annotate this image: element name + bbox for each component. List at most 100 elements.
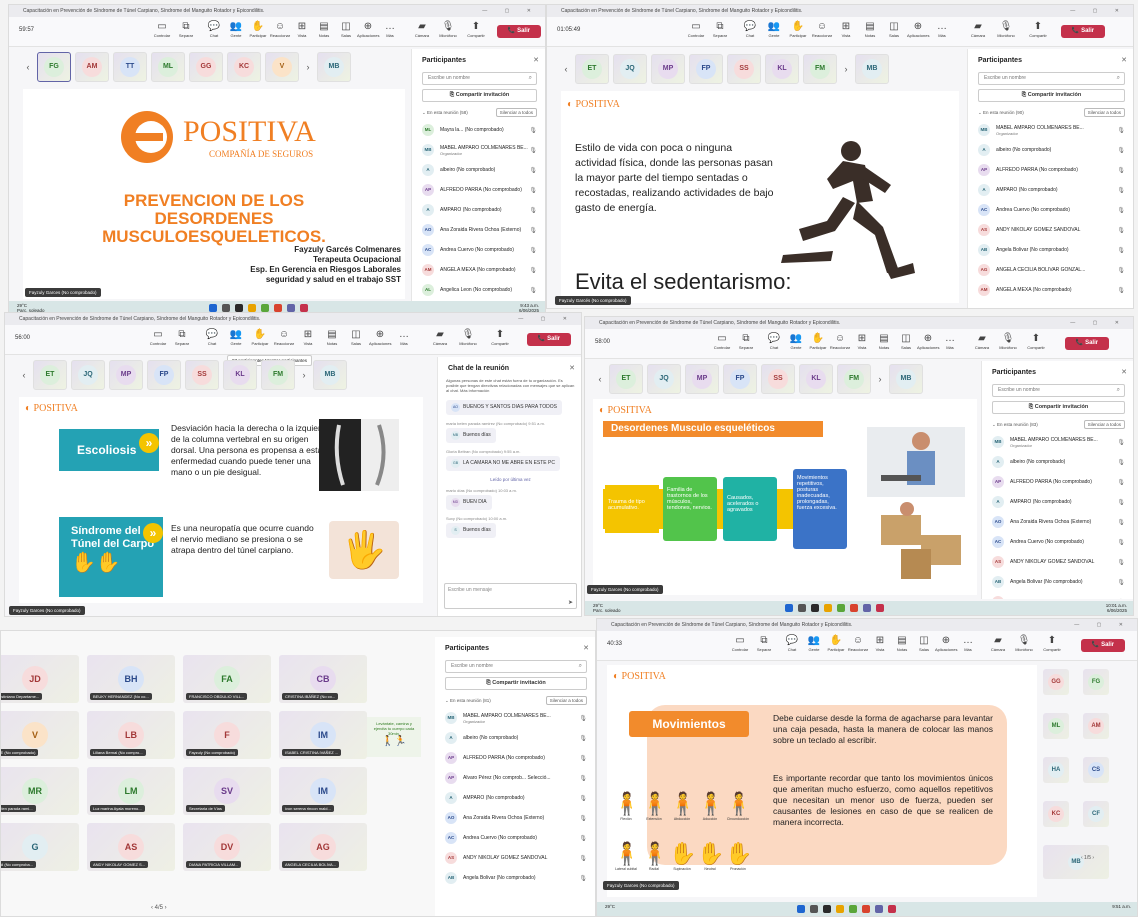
participant-row[interactable]: AC Andrea Cuervo (No comprobado) 🎙	[968, 200, 1133, 220]
strip-next-arrow[interactable]: ›	[299, 360, 309, 390]
share-invite-button[interactable]: ⎘ Compartir invitación	[422, 89, 537, 102]
participant-tile[interactable]: KL	[765, 54, 799, 84]
participant-tile[interactable]: F Fayzuly (No comprobado)	[183, 711, 271, 759]
window-controls[interactable]: — ▢ ✕	[518, 313, 575, 325]
close-icon[interactable]: ✕	[1121, 56, 1127, 64]
participant-tile[interactable]: GG	[189, 52, 223, 82]
window-controls[interactable]: — ▢ ✕	[1074, 619, 1131, 631]
notes-button[interactable]: ▤ Notas	[873, 333, 895, 350]
participant-tile[interactable]: AG ANGELA CECILIA BOLIVA...	[279, 823, 367, 871]
camera-button[interactable]: ▰ Cámara	[971, 333, 993, 350]
apps-button[interactable]: ⊕ Aplicaciones	[935, 635, 957, 652]
participant-tile[interactable]: SS	[185, 360, 219, 390]
participant-tile[interactable]: BH BEUKY HERNANDEZ (No co...	[87, 655, 175, 703]
participant-row[interactable]: AM ANGELA MEXA (No comprobado) 🎙	[412, 260, 545, 280]
rooms-button[interactable]: ◫ Salas	[345, 329, 367, 346]
participant-row[interactable]: MB MABEL AMPARO COLMENARES BE... Organizad…	[412, 140, 545, 160]
view-button[interactable]: ⊞ Vista	[291, 21, 313, 38]
strip-prev-arrow[interactable]: ‹	[561, 54, 571, 84]
participant-row[interactable]: Aalbeiro (No comprobado) 🎙	[435, 728, 595, 748]
leave-button[interactable]: 📞 Salir	[1081, 639, 1125, 652]
participant-row[interactable]: A AMPARO (No comprobado) 🎙	[982, 492, 1133, 512]
share-button[interactable]: ⬆ Compartir	[489, 329, 511, 346]
mic-button[interactable]: 🎙 Micrófono	[457, 329, 479, 346]
mic-button[interactable]: 🎙 Micrófono	[437, 21, 459, 38]
strip-prev-arrow[interactable]: ‹	[595, 364, 605, 394]
participant-row[interactable]: AO Ana Zoraida Rivera Ochoa (Externo) 🎙	[412, 220, 545, 240]
chat-button[interactable]: 💬 Chat	[203, 21, 225, 38]
participant-row[interactable]: AP Alvaro Pérez (No comprob... Selecció..…	[435, 768, 595, 788]
send-icon[interactable]: ➤	[568, 599, 573, 606]
share-invite-button[interactable]: ⎘ Compartir invitación	[445, 677, 587, 690]
window-controls[interactable]: — ▢ ✕	[1070, 5, 1127, 17]
search-input[interactable]: Escribe un nombre ⌕	[445, 660, 587, 673]
participant-tile[interactable]: LB Liliana Bernal (No compro...	[87, 711, 175, 759]
participant-row[interactable]: AL Angelica Leon (No comprobado) 🎙	[412, 280, 545, 300]
tile-pager[interactable]: ‹ 1/5 ›	[1081, 855, 1094, 861]
taskbar-apps[interactable]	[785, 604, 884, 612]
in-meeting-section[interactable]: ⌄ En esta reunión (81) Silenciar a todos	[435, 694, 595, 708]
in-meeting-section[interactable]: ⌄ En esta reunión (90) Silenciar a todos	[968, 106, 1133, 120]
participant-tile[interactable]: KC	[227, 52, 261, 82]
participant-row[interactable]: AC Andrea Cuervo (No comprobado) 🎙	[412, 240, 545, 260]
mute-all-button[interactable]: Silenciar a todos	[1083, 420, 1125, 429]
raise-hand-button[interactable]: ✋ Participar	[249, 329, 271, 346]
participant-tile[interactable]: JQ	[613, 54, 647, 84]
leave-button[interactable]: 📞 Salir	[1061, 25, 1105, 38]
share-invite-button[interactable]: ⎘ Compartir invitación	[978, 89, 1125, 102]
participant-tile[interactable]: FM	[837, 364, 871, 394]
people-button[interactable]: 👥 Gente	[803, 635, 825, 652]
mute-all-button[interactable]: Silenciar a todos	[545, 696, 587, 705]
close-icon[interactable]: ✕	[583, 644, 589, 652]
more-button[interactable]: … Más	[931, 21, 953, 38]
participant-row[interactable]: AS ANDY NIKOLAY GOMEZ SANDOVAL 🎙	[435, 848, 595, 868]
participant-tile[interactable]: KC	[1043, 801, 1069, 827]
apps-button[interactable]: ⊕ Aplicaciones	[357, 21, 379, 38]
participant-row[interactable]: MB MABEL AMPARO COLMENARES BE... Organizad…	[968, 120, 1133, 140]
participant-tile[interactable]: AS ANDY NIKOLAY GOMEZ S...	[87, 823, 175, 871]
participant-row[interactable]: AM ANGELA MEXA (No comprobado) 🎙	[968, 280, 1133, 300]
mic-button[interactable]: 🎙 Micrófono	[1013, 635, 1035, 652]
raise-hand-button[interactable]: ✋ Participar	[807, 333, 829, 350]
search-input[interactable]: Escribe un nombre ⌕	[422, 72, 537, 85]
participant-row[interactable]: AB Angela Bolivar (No comprobado) 🎙	[435, 868, 595, 888]
participant-tile[interactable]: CS	[1083, 757, 1109, 783]
participant-row[interactable]: AP ALFREDO PARRA (No comprobado) 🎙	[435, 748, 595, 768]
chat-button[interactable]: 💬 Chat	[781, 635, 803, 652]
participant-tile[interactable]: MB	[855, 54, 889, 84]
share-button[interactable]: ⬆ Compartir	[1025, 333, 1047, 350]
people-button[interactable]: 👥 Gente	[225, 21, 247, 38]
participant-tile[interactable]: FA FRANCISCO OBDULIO VILL...	[183, 655, 271, 703]
participant-tile[interactable]: JQ	[647, 364, 681, 394]
participant-row[interactable]: A AMPARO (No comprobado) 🎙	[412, 200, 545, 220]
strip-prev-arrow[interactable]: ‹	[19, 360, 29, 390]
taskbar-apps[interactable]	[209, 304, 308, 312]
participant-row[interactable]: ML Mayra la... (No comprobado) 🎙	[412, 120, 545, 140]
participant-tile[interactable]: FP	[689, 54, 723, 84]
participant-tile[interactable]: AM	[75, 52, 109, 82]
view-button[interactable]: ⊞ Vista	[835, 21, 857, 38]
participant-tile[interactable]: MB	[889, 364, 923, 394]
participant-row[interactable]: AP ALFREDO PARRA (No comprobado) 🎙	[968, 160, 1133, 180]
chat-button[interactable]: 💬 Chat	[739, 21, 761, 38]
participant-tile[interactable]: MR belen parada rami...	[1, 767, 79, 815]
participant-tile[interactable]: ML	[1043, 713, 1069, 739]
notes-button[interactable]: ▤ Notas	[313, 21, 335, 38]
control-button[interactable]: ▭ Controlar	[729, 635, 751, 652]
participant-tile[interactable]: IM ivon serena rincon mald...	[279, 767, 367, 815]
rooms-button[interactable]: ◫ Salas	[883, 21, 905, 38]
participant-tile[interactable]: KL	[223, 360, 257, 390]
participant-tile[interactable]: FP	[147, 360, 181, 390]
participant-tile[interactable]: MP	[109, 360, 143, 390]
mute-all-button[interactable]: Silenciar a todos	[495, 108, 537, 117]
participant-tile[interactable]: ET	[609, 364, 643, 394]
shared-thumbnail[interactable]: Levántate, camina y ejercita tu cuerpo c…	[367, 717, 421, 757]
detach-button[interactable]: ⧉ Separar	[171, 329, 193, 346]
participant-row[interactable]: AP ALFREDO PARRA (No comprobado) 🎙	[982, 472, 1133, 492]
participant-tile[interactable]: Gonil (No comproba...	[1, 823, 79, 871]
participant-tile[interactable]: IM ISABEL CRISTINA IVAÑEZ ...	[279, 711, 367, 759]
window-controls[interactable]: — ▢ ✕	[1070, 317, 1127, 329]
search-input[interactable]: Escribe un nombre ⌕	[992, 384, 1125, 397]
participant-tile[interactable]: JD Justiniano Departame...	[1, 655, 79, 703]
weather-widget[interactable]: 29°C Parc. soleado	[593, 603, 621, 613]
